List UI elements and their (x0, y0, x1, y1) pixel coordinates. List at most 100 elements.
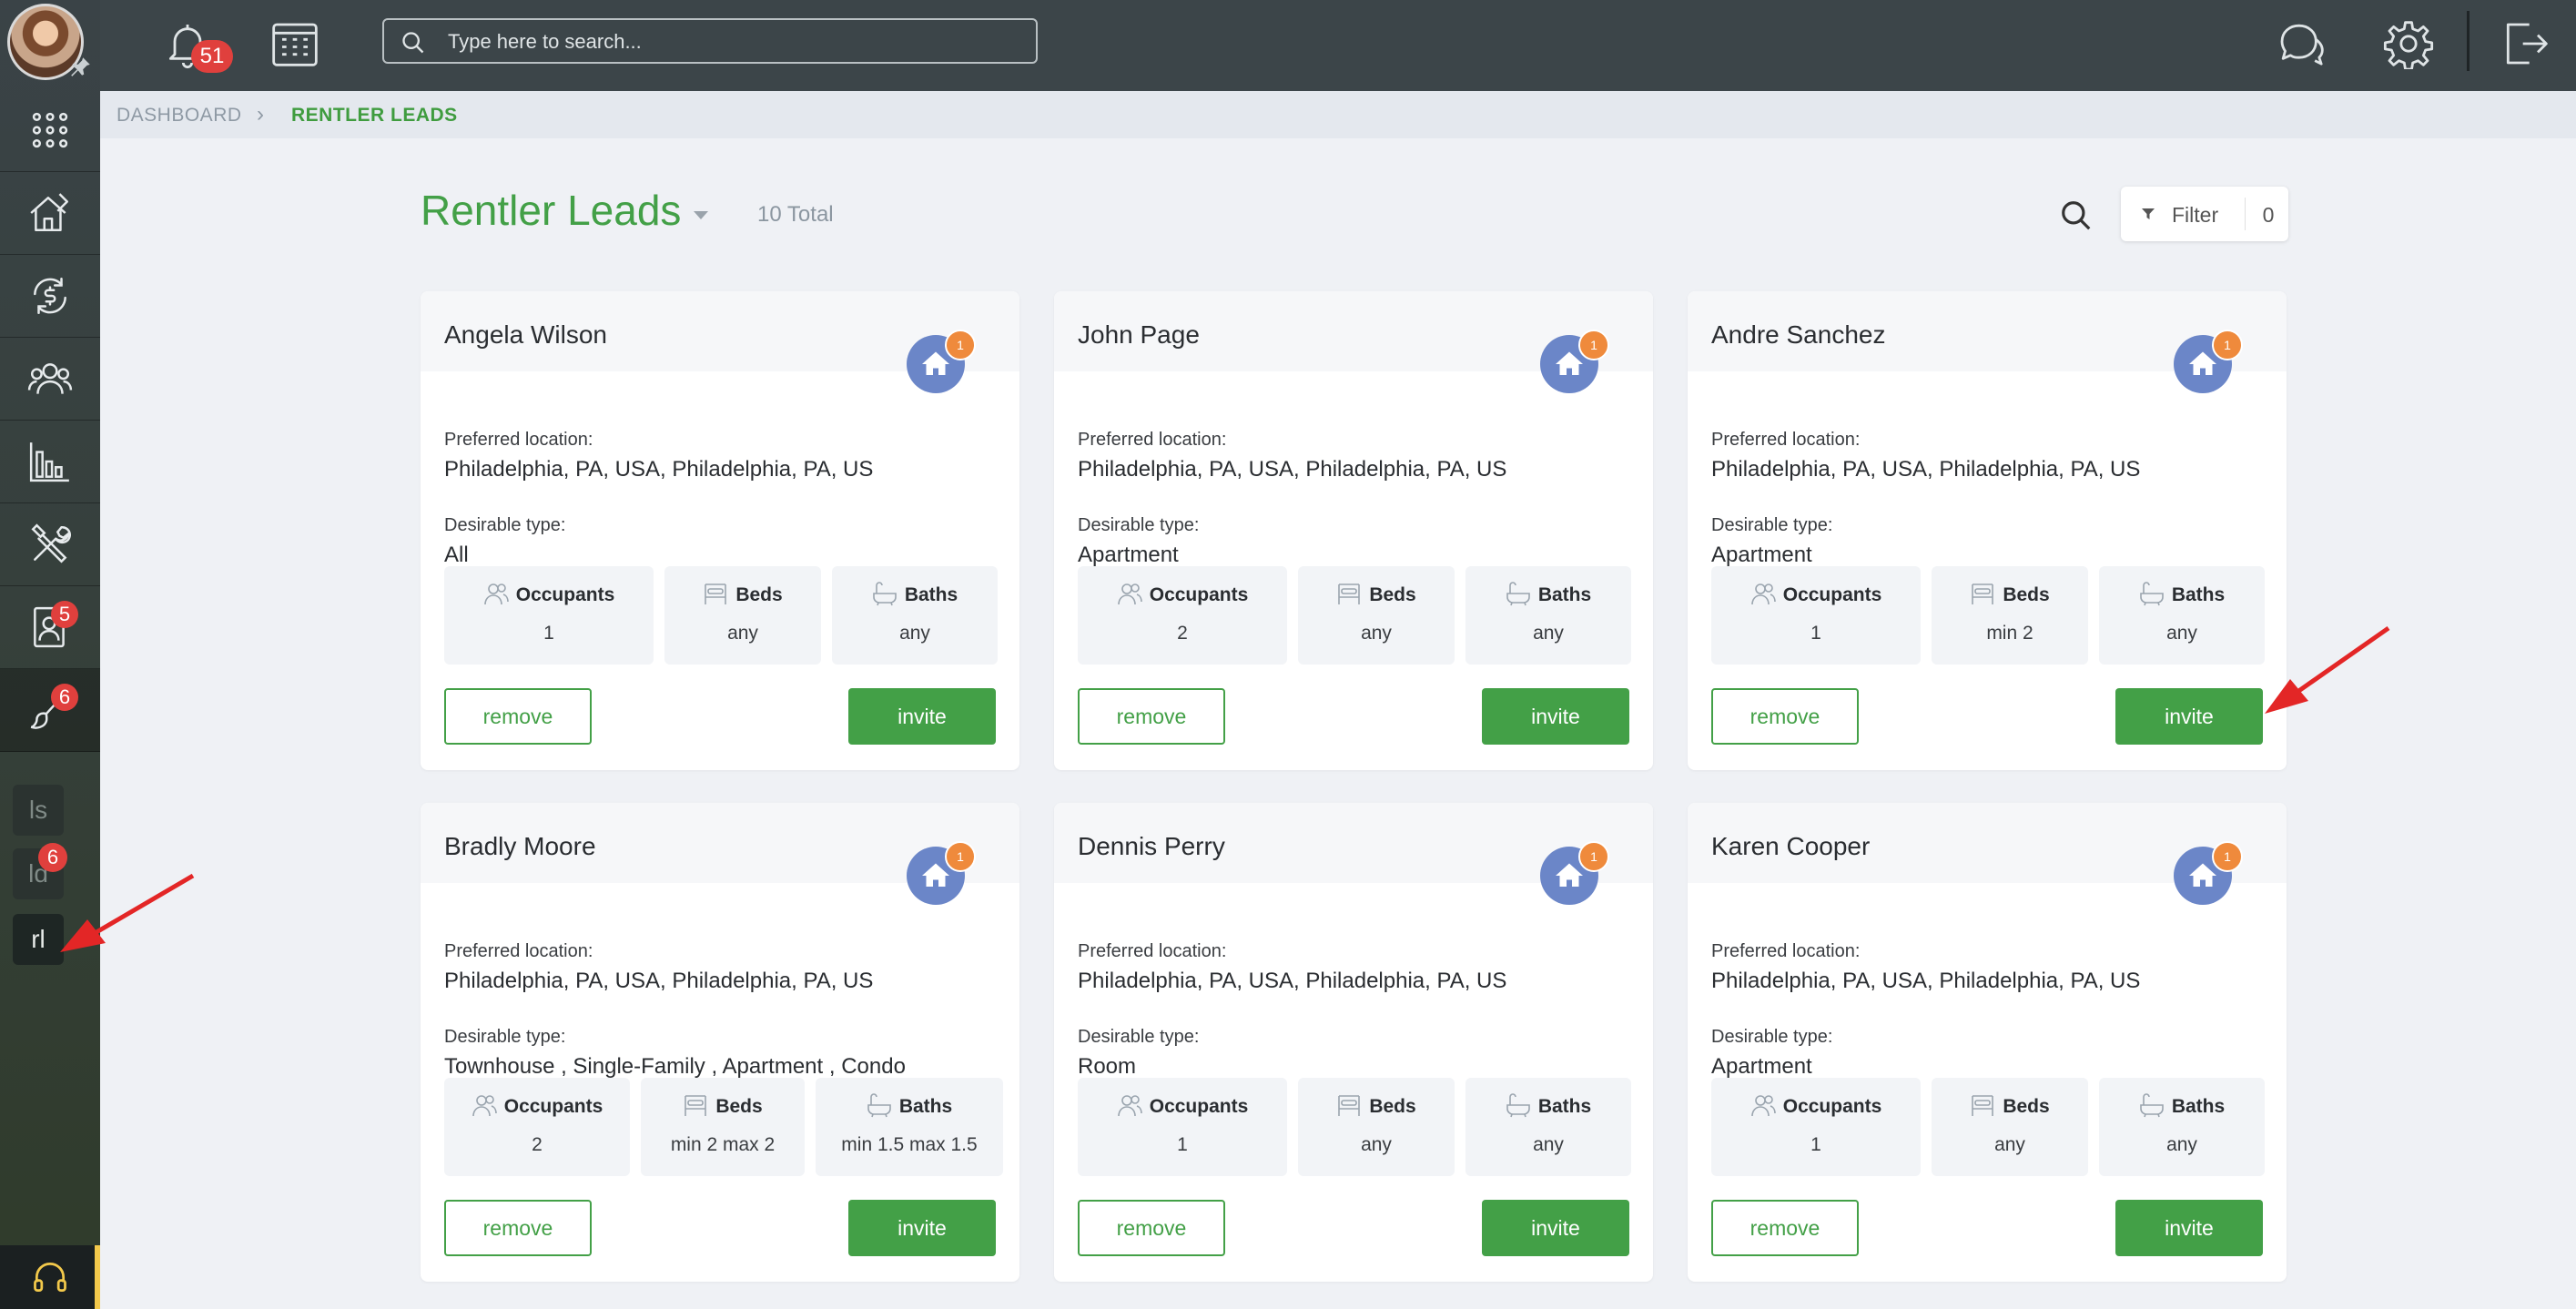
invite-button[interactable]: invite (1482, 688, 1629, 745)
lead-card-2: John Page 1 Preferred location: Philadel… (1054, 291, 1653, 770)
bathtub-icon (1506, 1093, 1530, 1118)
sidebar: 5 6 ls ld 6 rl (0, 0, 100, 1309)
beds-title: Beds (715, 1096, 763, 1117)
occupants-box: Occupants 2 (444, 1078, 630, 1176)
baths-value: any (1533, 1134, 1564, 1155)
beds-value: min 2 (1986, 623, 2033, 644)
baths-box: Baths any (1465, 1078, 1631, 1176)
sidebar-item-applications[interactable]: 5 (0, 586, 100, 669)
baths-value: min 1.5 max 1.5 (841, 1134, 978, 1155)
remove-button[interactable]: remove (1711, 688, 1859, 745)
bathtub-icon (867, 1093, 891, 1118)
occupants-title: Occupants (1782, 584, 1882, 605)
preferred-location-value: Philadelphia, PA, USA, Philadelphia, PA,… (444, 969, 874, 993)
chat-icon[interactable] (2276, 18, 2327, 69)
sidebar-item-reports[interactable] (0, 421, 100, 503)
beds-title: Beds (2003, 584, 2050, 605)
preferred-location-label: Preferred location: (444, 430, 593, 450)
sidebar-item-leads-tool[interactable]: 6 (0, 669, 100, 752)
occupants-value: 1 (1810, 1134, 1821, 1155)
invite-button[interactable]: invite (848, 688, 996, 745)
invite-button[interactable]: invite (2115, 1200, 2263, 1256)
lead-name[interactable]: John Page (1078, 320, 1200, 350)
remove-button[interactable]: remove (444, 688, 592, 745)
occupants-box: Occupants 1 (1078, 1078, 1287, 1176)
preferred-location-value: Philadelphia, PA, USA, Philadelphia, PA,… (1711, 457, 2141, 482)
support-button[interactable] (0, 1245, 100, 1309)
baths-title: Baths (1537, 584, 1592, 605)
page-title: Rentler Leads (421, 187, 682, 234)
beds-value: any (1361, 623, 1392, 644)
sidebar-item-maintenance[interactable] (0, 503, 100, 586)
mini-item-ls[interactable]: ls (13, 785, 64, 836)
house-badge: 1 (1578, 841, 1609, 872)
sidebar-item-payments[interactable] (0, 255, 100, 338)
lead-name[interactable]: Andre Sanchez (1711, 320, 1885, 350)
calendar-icon[interactable] (269, 18, 320, 69)
search-box (382, 18, 1038, 64)
remove-button[interactable]: remove (444, 1200, 592, 1256)
bar-chart-icon (29, 442, 69, 482)
desirable-type-label: Desirable type: (1711, 515, 1833, 535)
house-badge: 1 (2212, 330, 2243, 360)
gear-icon[interactable] (2383, 18, 2434, 69)
beds-box: Beds min 2 (1932, 566, 2088, 665)
lead-name[interactable]: Angela Wilson (444, 320, 607, 350)
lead-card-4: Bradly Moore 1 Preferred location: Phila… (421, 803, 1019, 1282)
pin-icon[interactable] (69, 55, 93, 78)
baths-box: Baths any (1465, 566, 1631, 665)
leads-search-icon[interactable] (2059, 198, 2094, 233)
beds-box: Beds any (664, 566, 821, 665)
lead-name[interactable]: Karen Cooper (1711, 832, 1870, 861)
headset-icon (34, 1263, 66, 1293)
breadcrumb-current: RENTLER LEADS (291, 105, 458, 126)
lead-card-6: Karen Cooper 1 Preferred location: Phila… (1688, 803, 2287, 1282)
remove-button[interactable]: remove (1078, 688, 1225, 745)
bed-icon (1972, 1095, 1994, 1116)
occupants-title: Occupants (1782, 1096, 1882, 1117)
remove-button[interactable]: remove (1711, 1200, 1859, 1256)
filter-count: 0 (2262, 203, 2275, 227)
lead-name[interactable]: Dennis Perry (1078, 832, 1225, 861)
beds-value: any (727, 623, 758, 644)
desirable-type-value: Apartment (1078, 543, 1179, 567)
title-dropdown-caret-icon[interactable] (694, 211, 708, 219)
occupants-icon (1117, 1095, 1142, 1117)
search-input[interactable] (446, 25, 1014, 58)
invite-button[interactable]: invite (1482, 1200, 1629, 1256)
baths-box: Baths any (2099, 566, 2265, 665)
lead-name[interactable]: Bradly Moore (444, 832, 596, 861)
occupants-title: Occupants (1149, 584, 1249, 605)
desirable-type-label: Desirable type: (444, 515, 566, 535)
remove-button[interactable]: remove (1078, 1200, 1225, 1256)
baths-title: Baths (2171, 1096, 2226, 1117)
preferred-location-label: Preferred location: (1711, 430, 1861, 450)
baths-title: Baths (1537, 1096, 1592, 1117)
sidebar-item-properties[interactable] (0, 172, 100, 255)
baths-value: any (2166, 623, 2197, 644)
filter-button[interactable]: Filter 0 (2121, 187, 2288, 241)
invite-button[interactable]: invite (2115, 688, 2263, 745)
users-icon (27, 363, 73, 394)
sidebar-item-apps[interactable] (0, 89, 100, 172)
bed-icon (1338, 583, 1361, 604)
preferred-location-label: Preferred location: (1078, 430, 1227, 450)
filter-separator (2245, 198, 2246, 230)
bathtub-icon (2140, 582, 2164, 606)
lead-card-3: Andre Sanchez 1 Preferred location: Phil… (1688, 291, 2287, 770)
preferred-location-value: Philadelphia, PA, USA, Philadelphia, PA,… (1078, 457, 1507, 482)
invite-button[interactable]: invite (848, 1200, 996, 1256)
preferred-location-label: Preferred location: (1078, 941, 1227, 961)
occupants-icon (1750, 1095, 1776, 1117)
logout-icon[interactable] (2500, 18, 2551, 69)
notification-badge: 51 (191, 40, 233, 73)
desirable-type-value: Room (1078, 1054, 1137, 1079)
bed-icon (705, 583, 727, 604)
sidebar-item-people[interactable] (0, 338, 100, 421)
grid-icon (32, 112, 68, 148)
applications-badge: 5 (51, 601, 78, 628)
beds-title: Beds (1369, 584, 1416, 605)
breadcrumb-dashboard[interactable]: DASHBOARD (117, 105, 242, 127)
funnel-icon (2142, 208, 2155, 219)
occupants-title: Occupants (1149, 1096, 1249, 1117)
